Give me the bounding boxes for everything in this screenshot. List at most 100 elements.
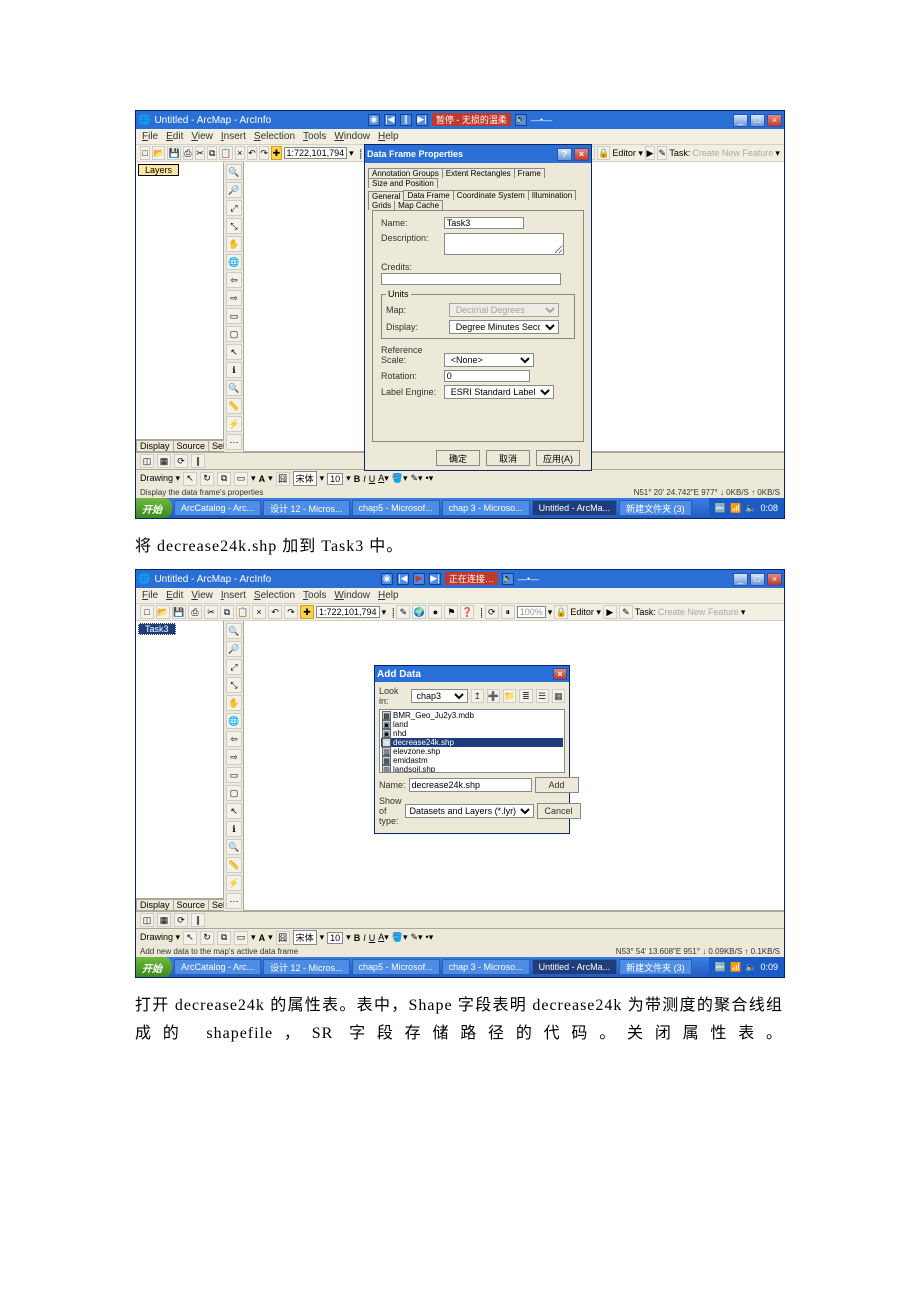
tray-lang-icon-2[interactable]: 🔤: [715, 962, 726, 973]
task-folder-2[interactable]: 新建文件夹 (3): [619, 959, 692, 975]
task-arcmap[interactable]: Untitled - ArcMa...: [532, 500, 618, 516]
copy-icon-2[interactable]: ⧉: [220, 605, 234, 619]
menu-selection[interactable]: Selection: [254, 131, 295, 142]
font-select-2[interactable]: 宋体: [293, 930, 317, 945]
tray-lang-icon[interactable]: 🔤: [715, 503, 726, 514]
new-icon-2[interactable]: □: [140, 605, 154, 619]
tab-coord-system[interactable]: Coordinate System: [453, 190, 529, 200]
toc-tab-source-2[interactable]: Source: [173, 899, 210, 911]
tab-map-cache[interactable]: Map Cache: [394, 200, 443, 210]
save-icon[interactable]: 💾: [167, 146, 180, 160]
fill-color-icon-2[interactable]: 🪣▾: [392, 932, 408, 943]
line-color-icon[interactable]: ✎▾: [410, 473, 422, 484]
find-icon[interactable]: 🔍: [226, 380, 242, 396]
tray-vol-icon-2[interactable]: 🔈: [745, 962, 756, 973]
pointer-icon-2[interactable]: ●: [428, 605, 442, 619]
font-color-icon[interactable]: A▾: [378, 473, 389, 484]
add-type-select[interactable]: Datasets and Layers (*.lyr): [405, 804, 534, 818]
task-chap5-2[interactable]: chap5 - Microsof...: [352, 959, 440, 975]
bold-button-2[interactable]: B: [354, 933, 361, 943]
menu-file[interactable]: File: [142, 131, 158, 142]
clear-sel-icon[interactable]: ▢: [226, 326, 242, 342]
menu-insert[interactable]: Insert: [221, 131, 246, 142]
menu-view-2[interactable]: View: [191, 590, 213, 601]
ed-ptr-icon[interactable]: ▶: [645, 146, 655, 160]
scale-box-2[interactable]: 1:722,101,794: [316, 606, 380, 618]
paste-icon-2[interactable]: 📋: [236, 605, 250, 619]
zoomout-icon[interactable]: 🔎: [226, 182, 242, 198]
lock-icon-2[interactable]: 🔒: [554, 605, 568, 619]
add-data-icon-2[interactable]: ✚: [300, 605, 314, 619]
dfp-help-button[interactable]: ?: [557, 148, 572, 161]
draw-text-icon[interactable]: 囧: [276, 472, 290, 486]
add-button[interactable]: Add: [535, 777, 579, 793]
draw-text-icon-2[interactable]: 囧: [276, 931, 290, 945]
data-view-icon-2[interactable]: ◫: [140, 913, 154, 927]
stop-icon-2[interactable]: ◉: [381, 573, 393, 585]
tab-illumination[interactable]: Illumination: [528, 190, 576, 200]
close-button[interactable]: ×: [767, 114, 782, 127]
toc-tab-display[interactable]: Display: [136, 440, 174, 452]
italic-button[interactable]: I: [363, 474, 366, 484]
cut-icon-2[interactable]: ✂: [204, 605, 218, 619]
draw-rect-icon-2[interactable]: ▭: [234, 931, 248, 945]
misc-tool-icon-2[interactable]: ⋯: [226, 893, 242, 909]
start-button-2[interactable]: 开始: [136, 957, 172, 977]
task-folder[interactable]: 新建文件夹 (3): [619, 500, 692, 516]
task-value[interactable]: Create New Feature: [692, 148, 773, 158]
menu-edit-2[interactable]: Edit: [166, 590, 183, 601]
editor-dropdown-2[interactable]: Editor ▾: [570, 607, 601, 618]
editor-dropdown[interactable]: Editor ▾: [612, 148, 643, 159]
volume-icon-2[interactable]: 🔈: [502, 573, 514, 585]
copy-icon[interactable]: ⧉: [207, 146, 217, 160]
next-icon[interactable]: ▶|: [416, 114, 428, 126]
prev-icon-2[interactable]: |◀: [397, 573, 409, 585]
task-design-2[interactable]: 设计 12 - Micros...: [263, 959, 350, 975]
new-icon[interactable]: □: [140, 146, 150, 160]
refresh-icon-2[interactable]: ⟳: [485, 605, 499, 619]
fill-color-icon[interactable]: 🪣▾: [392, 473, 408, 484]
lock-icon[interactable]: 🔒: [597, 146, 610, 160]
map-canvas-2[interactable]: Add Data × Look in: chap3 ↥ ➕ 📁 ≣ ☰: [244, 621, 784, 911]
task-chap5[interactable]: chap5 - Microsof...: [352, 500, 440, 516]
add-name-input[interactable]: [409, 778, 532, 792]
misc-tool-icon[interactable]: ⋯: [226, 434, 242, 450]
open-icon-2[interactable]: 📂: [156, 605, 170, 619]
identify-icon[interactable]: ℹ: [226, 362, 242, 378]
connect-folder-icon[interactable]: ➕: [487, 689, 500, 703]
drawing-label[interactable]: Drawing ▾: [140, 473, 180, 484]
menu-help[interactable]: Help: [378, 131, 399, 142]
add-close-button[interactable]: ×: [553, 668, 567, 680]
save-icon-2[interactable]: 💾: [172, 605, 186, 619]
menu-insert-2[interactable]: Insert: [221, 590, 246, 601]
task-arccatalog-2[interactable]: ArcCatalog - Arc...: [174, 959, 261, 975]
tab-size-position[interactable]: Size and Position: [368, 178, 438, 188]
next-icon-2[interactable]: ▶|: [429, 573, 441, 585]
cut-icon[interactable]: ✂: [195, 146, 205, 160]
open-icon[interactable]: 📂: [152, 146, 165, 160]
up-folder-icon[interactable]: ↥: [471, 689, 484, 703]
dfp-apply-button[interactable]: 应用(A): [536, 450, 580, 466]
hyperlink-icon-2[interactable]: ⚡: [226, 875, 242, 891]
edit-icon-2[interactable]: ✎: [396, 605, 410, 619]
menu-window-2[interactable]: Window: [334, 590, 370, 601]
fwd-icon-2[interactable]: ⇨: [226, 749, 242, 765]
delete-icon-2[interactable]: ×: [252, 605, 266, 619]
draw-rect-icon[interactable]: ▭: [234, 472, 248, 486]
font-size-select-2[interactable]: 10: [327, 932, 343, 944]
line-color-icon-2[interactable]: ✎▾: [410, 932, 422, 943]
zoomin-icon-2[interactable]: 🔍: [226, 623, 242, 639]
task-chap3[interactable]: chap 3 - Microso...: [442, 500, 530, 516]
marker-color-icon-2[interactable]: •▾: [426, 932, 434, 943]
fixed-zoomin-icon-2[interactable]: ⤢: [226, 659, 242, 675]
add-data-icon[interactable]: ✚: [271, 146, 281, 160]
play-icon-2[interactable]: ▶: [413, 573, 425, 585]
select-features-icon-2[interactable]: ▭: [226, 767, 242, 783]
dfp-ok-button[interactable]: 确定: [436, 450, 480, 466]
draw-rotate-icon-2[interactable]: ↻: [200, 931, 214, 945]
dfp-desc-input[interactable]: [444, 233, 564, 255]
tab-general[interactable]: General: [368, 191, 404, 201]
undo-icon-2[interactable]: ↶: [268, 605, 282, 619]
back-icon[interactable]: ⇦: [226, 272, 242, 288]
zoomout-icon-2[interactable]: 🔎: [226, 641, 242, 657]
